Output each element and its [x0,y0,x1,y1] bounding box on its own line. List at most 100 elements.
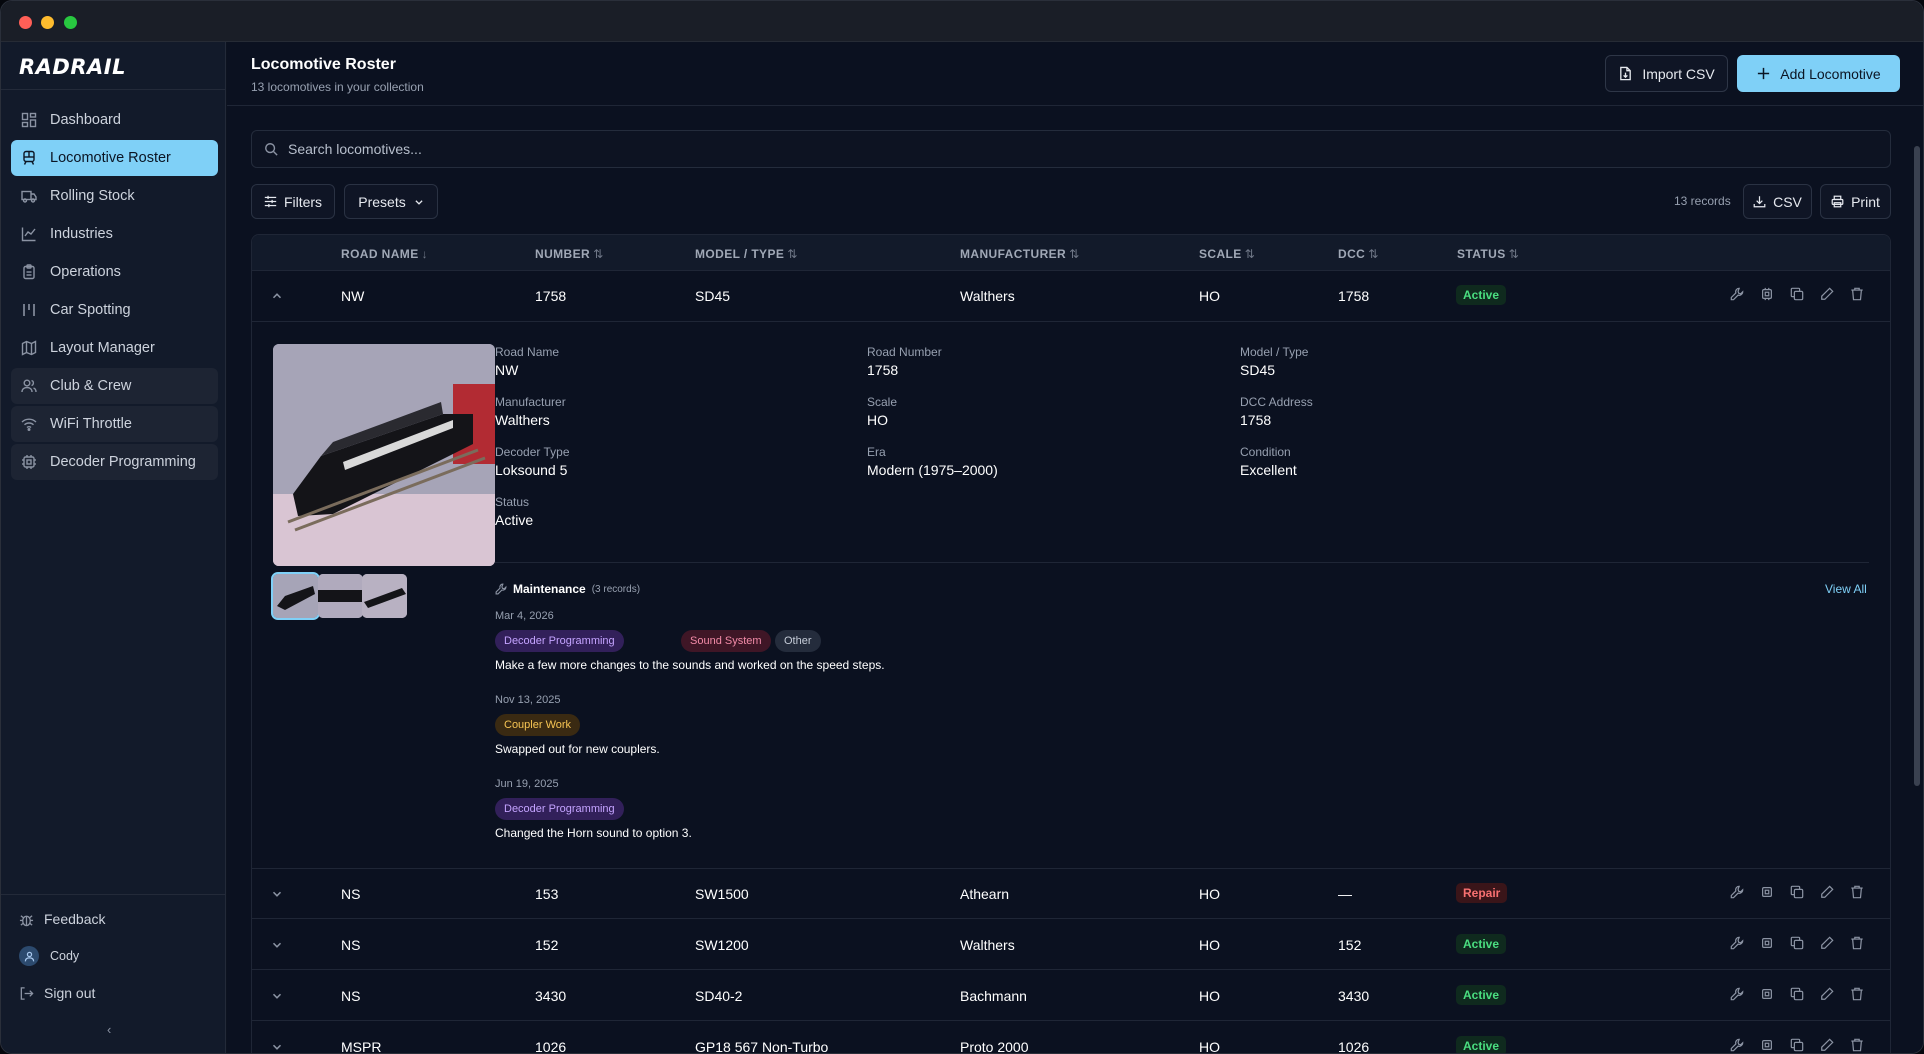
feedback-link[interactable]: Feedback [19,911,105,927]
locomotive-photo-image [273,344,495,566]
duplicate-icon[interactable] [1790,1038,1806,1053]
sidebar-item-industries[interactable]: Industries [11,216,218,252]
import-csv-button[interactable]: Import CSV [1605,55,1728,92]
edit-icon[interactable] [1820,1038,1836,1053]
spotting-icon [20,301,38,319]
table-row[interactable]: NS 153 SW1500 Athearn HO — Repair [252,869,1890,919]
chevron-down-icon[interactable] [270,989,284,1003]
wrench-icon[interactable] [1730,1038,1746,1053]
chevron-up-icon[interactable] [270,289,284,303]
csv-export-button[interactable]: CSV [1743,184,1812,219]
app-logo[interactable]: RADRAIL [19,55,126,79]
chip-icon[interactable] [1760,936,1776,952]
maintenance-count: (3 records) [591,583,641,595]
cell-manufacturer: Athearn [960,886,1010,902]
chevron-down-icon[interactable] [270,1040,284,1054]
column-manufacturer[interactable]: MANUFACTURER ⇅ [960,247,1080,261]
wrench-icon[interactable] [1730,936,1746,952]
chevron-down-icon[interactable] [270,887,284,901]
edit-icon[interactable] [1820,936,1836,952]
csv-label: CSV [1773,193,1802,210]
column-road-name[interactable]: ROAD NAME ↓ [341,247,428,261]
clipboard-icon [20,263,38,281]
duplicate-icon[interactable] [1790,885,1806,901]
duplicate-icon[interactable] [1790,287,1806,303]
sidebar-item-operations[interactable]: Operations [11,254,218,290]
table-header: ROAD NAME ↓ NUMBER ⇅ MODEL / TYPE ⇅ MANUFAC… [252,235,1890,271]
chevron-down-icon [415,199,423,205]
column-label: MODEL / TYPE [695,247,785,261]
table-row[interactable]: MSPR 1026 GP18 567 Non-Turbo Proto 2000 … [252,1022,1890,1054]
presets-dropdown[interactable]: Presets [344,184,438,219]
sidebar-item-club-crew[interactable]: Club & Crew [11,368,218,404]
main-content: Locomotive Roster 13 locomotives in your… [227,42,1923,1054]
photo-thumbnail[interactable] [271,572,320,620]
table-row[interactable]: NW 1758 SD45 Walthers HO 1758 Active [252,271,1890,322]
chip-icon[interactable] [1760,287,1776,303]
trash-icon[interactable] [1850,987,1866,1003]
wrench-icon[interactable] [1730,287,1746,303]
locomotive-photo[interactable] [273,344,495,566]
wrench-icon[interactable] [1730,987,1746,1003]
search-input[interactable]: Search locomotives... [251,130,1891,168]
sidebar-item-car-spotting[interactable]: Car Spotting [11,292,218,328]
sidebar-item-rolling-stock[interactable]: Rolling Stock [11,178,218,214]
scrollbar-thumb[interactable] [1914,146,1920,786]
edit-icon[interactable] [1820,885,1836,901]
chip-icon[interactable] [1760,885,1776,901]
sidebar-nav: Dashboard Locomotive Roster Rolling Stoc… [11,102,218,482]
column-number[interactable]: NUMBER ⇅ [535,247,604,261]
view-all-link[interactable]: View All [1825,582,1867,596]
cell-scale: HO [1199,886,1220,902]
user-profile[interactable]: Cody [19,946,79,966]
chart-icon [20,225,38,243]
duplicate-icon[interactable] [1790,987,1806,1003]
chip-icon[interactable] [1760,1038,1776,1053]
sidebar-item-locomotive-roster[interactable]: Locomotive Roster [11,140,218,176]
chip-icon[interactable] [1760,987,1776,1003]
zoom-window-button[interactable] [64,16,77,29]
detail-divider [495,562,1869,563]
trash-icon[interactable] [1850,936,1866,952]
filters-button[interactable]: Filters [251,184,335,219]
page-header: Locomotive Roster 13 locomotives in your… [227,42,1923,106]
table-row[interactable]: NS 152 SW1200 Walthers HO 152 Active [252,920,1890,970]
column-model-type[interactable]: MODEL / TYPE ⇅ [695,247,798,261]
photo-thumbnail[interactable] [318,574,363,618]
maintenance-heading: Maintenance (3 records) [495,582,640,596]
duplicate-icon[interactable] [1790,936,1806,952]
bug-icon [19,914,34,926]
locomotive-table: ROAD NAME ↓ NUMBER ⇅ MODEL / TYPE ⇅ MANUFAC… [251,234,1891,1054]
cell-road-name: NW [341,288,365,304]
add-locomotive-button[interactable]: Add Locomotive [1737,55,1900,92]
column-scale[interactable]: SCALE ⇅ [1199,247,1255,261]
sign-out-button[interactable]: Sign out [19,985,95,1001]
trash-icon[interactable] [1850,885,1866,901]
page-title: Locomotive Roster [251,56,396,73]
maintenance-title: Maintenance [513,582,586,596]
trash-icon[interactable] [1850,1038,1866,1053]
column-label: MANUFACTURER [960,247,1067,261]
chevron-down-icon[interactable] [270,938,284,952]
column-dcc[interactable]: DCC ⇅ [1338,247,1379,261]
download-icon [1753,196,1766,208]
sidebar-footer-divider [1,894,226,895]
photo-thumbnail[interactable] [362,574,407,618]
edit-icon[interactable] [1820,287,1836,303]
edit-icon[interactable] [1820,987,1836,1003]
close-window-button[interactable] [19,16,32,29]
table-row[interactable]: NS 3430 SD40-2 Bachmann HO 3430 Active [252,971,1890,1021]
trash-icon[interactable] [1850,287,1866,303]
sidebar-item-wifi-throttle[interactable]: WiFi Throttle [11,406,218,442]
minimize-window-button[interactable] [41,16,54,29]
detail-label: Status [495,495,530,509]
collapse-sidebar-button[interactable]: ‹ [107,1022,111,1037]
print-button[interactable]: Print [1820,184,1891,219]
sidebar-item-dashboard[interactable]: Dashboard [11,102,218,138]
vertical-scrollbar[interactable] [1913,106,1921,1046]
sidebar-item-layout-manager[interactable]: Layout Manager [11,330,218,366]
column-status[interactable]: STATUS ⇅ [1457,247,1519,261]
detail-label: Era [867,445,886,459]
wrench-icon[interactable] [1730,885,1746,901]
sidebar-item-decoder-programming[interactable]: Decoder Programming [11,444,218,480]
